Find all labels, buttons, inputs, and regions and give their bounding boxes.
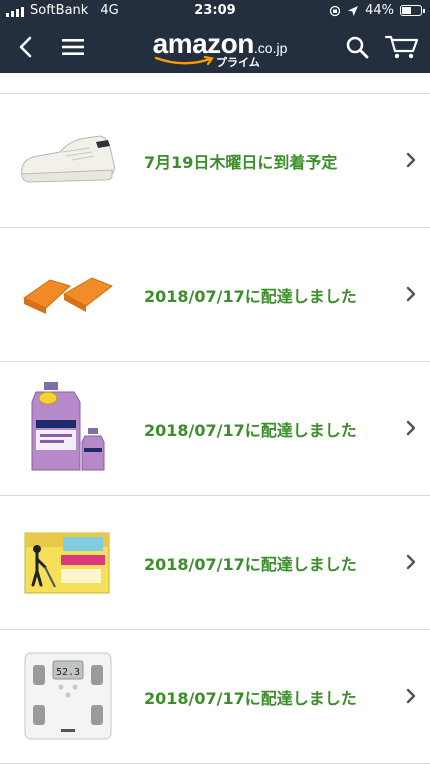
cart-button[interactable]: [382, 30, 422, 64]
search-icon: [346, 36, 369, 59]
product-thumbnail: [16, 512, 120, 612]
orientation-lock-icon: [329, 5, 341, 16]
order-row[interactable]: 2018/07/17に配達しました: [0, 228, 430, 362]
battery-percent: 44%: [365, 3, 394, 18]
menu-button[interactable]: [56, 30, 90, 64]
product-thumbnail: [16, 110, 120, 210]
product-thumbnail: [16, 244, 120, 344]
delivery-status: 2018/07/17に配達しました: [144, 287, 357, 306]
hamburger-icon: [62, 39, 84, 55]
chevron-right-icon: [406, 420, 416, 436]
order-row[interactable]: 7月19日木曜日に到着予定: [0, 94, 430, 228]
status-bar: SoftBank 4G 23:09 44%: [0, 0, 430, 22]
wiper-sheets-image: [24, 532, 110, 594]
delivery-status: 2018/07/17に配達しました: [144, 555, 357, 574]
sponge-image: [22, 277, 114, 314]
delivery-status: 2018/07/17に配達しました: [144, 421, 357, 440]
chevron-right-icon: [406, 152, 416, 168]
order-row[interactable]: 2018/07/17に配達しました: [0, 496, 430, 630]
chevron-right-icon: [406, 286, 416, 302]
product-thumbnail: [16, 378, 120, 478]
chevron-right-icon: [406, 688, 416, 704]
order-row[interactable]: 52.3 2018/07/17に配達しました: [0, 630, 430, 764]
amazon-logo[interactable]: amazon.co.jp プライム: [150, 28, 290, 69]
cart-icon: [385, 35, 419, 59]
order-list: 7月19日木曜日に到着予定 2018/07/17に配達しました 2018/07/…: [0, 73, 430, 765]
back-button[interactable]: [8, 30, 42, 64]
scale-image: 52.3: [24, 652, 112, 740]
mouthwash-image: [31, 382, 105, 471]
delivery-status: 2018/07/17に配達しました: [144, 689, 357, 708]
sneaker-image: [21, 135, 115, 183]
nav-bar: amazon.co.jp プライム: [0, 22, 430, 73]
back-arrow-icon: [19, 36, 32, 58]
smile-arrow-icon: [154, 56, 214, 66]
location-icon: [348, 5, 359, 16]
order-row[interactable]: 2018/07/17に配達しました: [0, 362, 430, 496]
search-button[interactable]: [340, 30, 374, 64]
scale-reading: 52.3: [56, 667, 80, 678]
chevron-right-icon: [406, 554, 416, 570]
battery-icon: [400, 5, 425, 16]
delivery-status: 7月19日木曜日に到着予定: [144, 153, 338, 172]
product-thumbnail: 52.3: [16, 646, 120, 746]
logo-prime-label: プライム: [216, 56, 260, 69]
